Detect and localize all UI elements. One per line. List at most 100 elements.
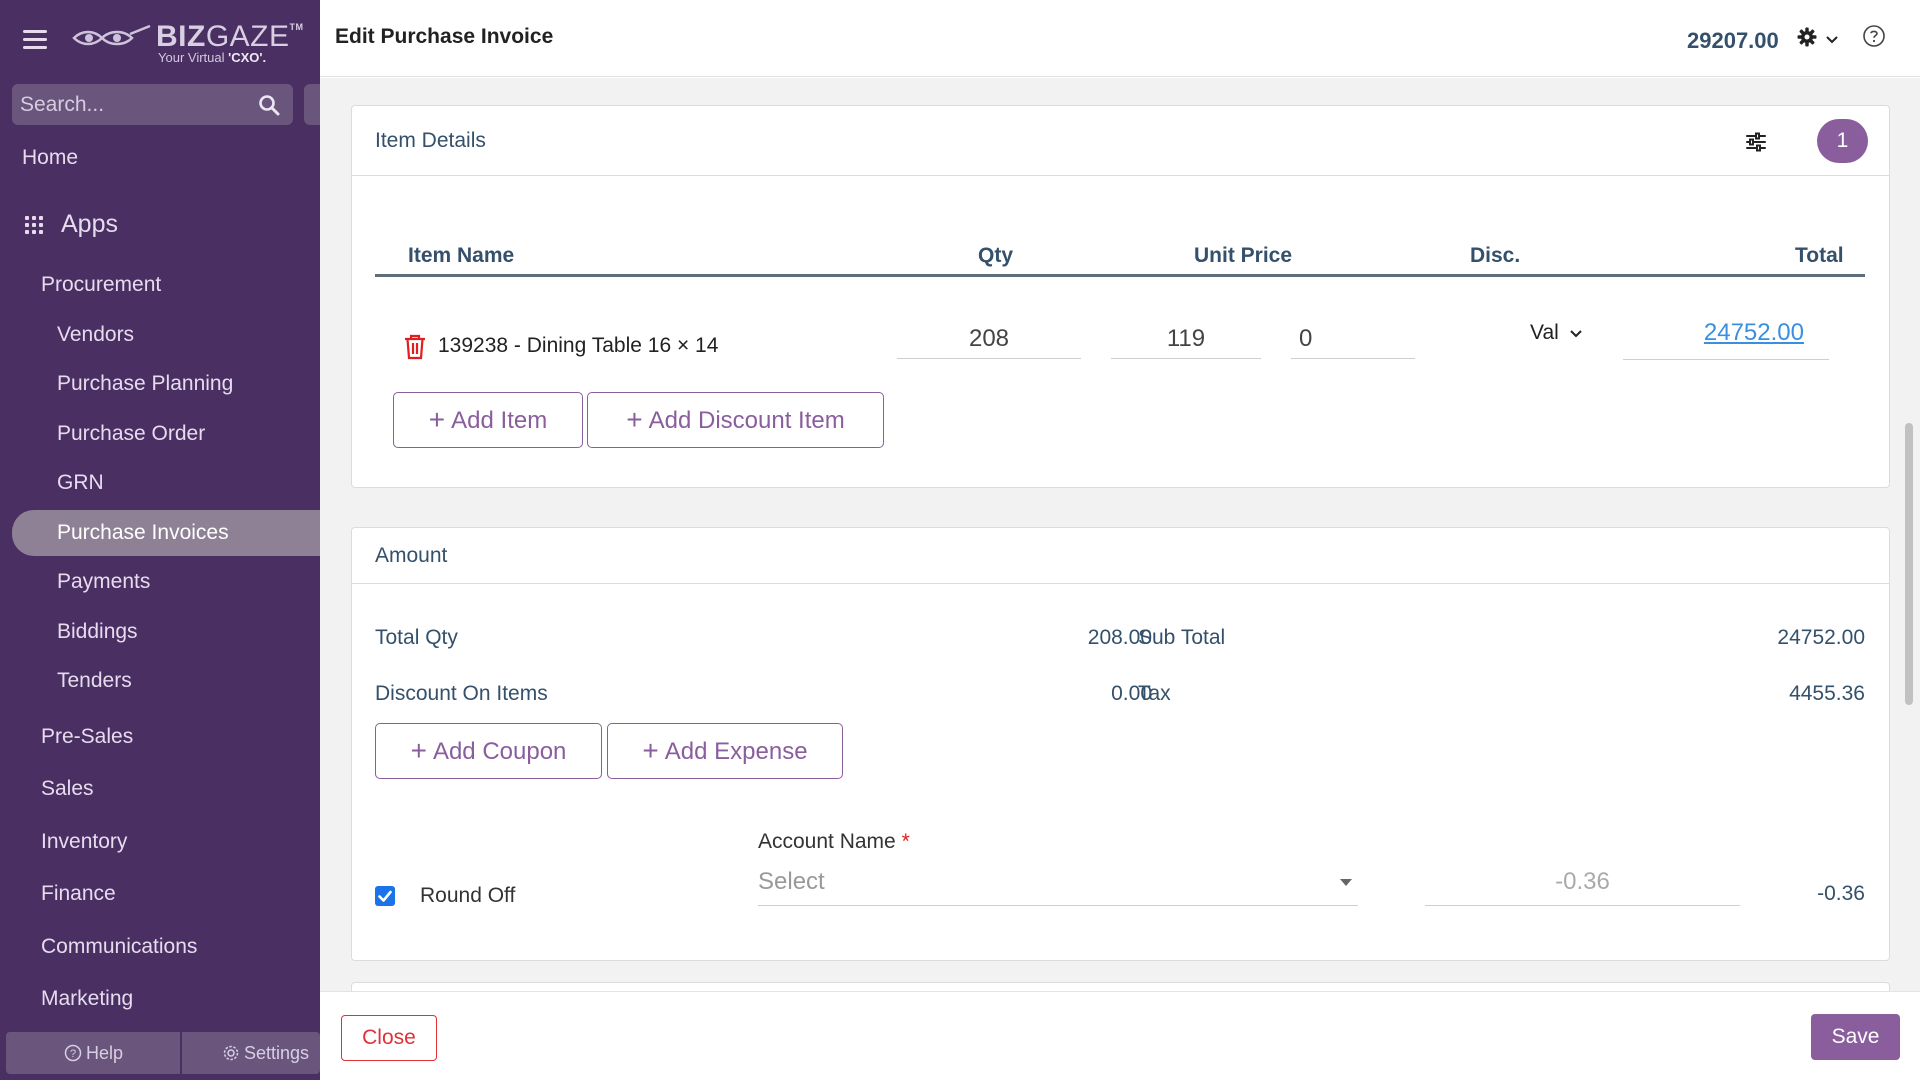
invoice-total-amount: 29207.00 (1687, 28, 1779, 53)
col-header-item-name: Item Name (408, 244, 515, 267)
nav-finance[interactable]: Finance (0, 871, 320, 917)
round-off-checkbox[interactable] (375, 886, 395, 906)
account-name-label: Account Name * (758, 830, 910, 853)
nav-apps[interactable]: Apps (0, 201, 320, 247)
unit-price-input[interactable]: 119 (1111, 319, 1261, 359)
help-link[interactable]: ? Help (64, 1032, 123, 1074)
round-off-label: Round Off (420, 884, 516, 907)
discount-type-value: Val (1530, 321, 1559, 344)
bizgaze-logo[interactable]: BIZGAZETM Your Virtual 'CXO'. (72, 16, 303, 68)
help-label: Help (86, 1043, 124, 1063)
discount-input[interactable]: 0 (1291, 319, 1415, 359)
nav-tenders[interactable]: Tenders (0, 658, 320, 704)
col-header-qty: Qty (978, 244, 1014, 267)
account-name-placeholder: Select (758, 868, 825, 895)
add-coupon-button[interactable]: + Add Coupon (375, 723, 602, 779)
sidebar-top: BIZGAZETM Your Virtual 'CXO'. (0, 0, 320, 78)
nav-purchase-order[interactable]: Purchase Order (0, 411, 320, 457)
add-coupon-label: Add Coupon (432, 738, 567, 765)
discount-on-items-label: Discount On Items (375, 682, 548, 705)
item-count-badge: 1 (1817, 119, 1868, 163)
checkmark-icon (378, 890, 392, 902)
chevron-down-icon (1826, 36, 1838, 44)
add-item-button[interactable]: + Add Item (393, 392, 583, 448)
line-total-link[interactable]: 24752.00 (1624, 319, 1804, 347)
column-settings-icon[interactable] (1744, 130, 1768, 154)
discount-on-items-value: 0.00 (1111, 682, 1152, 705)
nav-sales[interactable]: Sales (0, 766, 320, 812)
col-header-unit-price: Unit Price (1194, 244, 1293, 267)
settings-link[interactable]: Settings (222, 1032, 309, 1074)
search-input[interactable] (20, 84, 260, 125)
nav-marketing[interactable]: Marketing (0, 976, 320, 1022)
add-expense-button[interactable]: + Add Expense (607, 723, 843, 779)
amount-title: Amount (375, 544, 448, 567)
nav-procurement[interactable]: Procurement (0, 262, 320, 308)
delete-trash-icon[interactable] (403, 333, 427, 361)
form-footer: Close Save (320, 991, 1920, 1080)
sidebar-search (12, 84, 293, 125)
plus-icon: + (626, 404, 643, 435)
sub-total-label: Sub Total (1138, 626, 1226, 649)
nav-vendors[interactable]: Vendors (0, 312, 320, 358)
sub-total-value: 24752.00 (1777, 626, 1865, 649)
item-details-title: Item Details (375, 129, 486, 152)
page-header: Edit Purchase Invoice 29207.00 (320, 0, 1920, 77)
sidebar-footer: ? Help Settings (6, 1032, 320, 1074)
gear-icon (1797, 27, 1817, 47)
amount-card: Amount Total Qty 208.00 Sub Total 24752.… (351, 527, 1890, 961)
chevron-down-icon (1569, 330, 1582, 338)
item-details-card: Item Details 1 Item Name Qty Unit Price … (351, 105, 1890, 488)
col-header-total: Total (1795, 244, 1844, 267)
required-marker: * (901, 830, 910, 853)
logo-tagline: Your Virtual 'CXO'. (158, 50, 267, 65)
total-qty-label: Total Qty (375, 626, 458, 649)
add-discount-item-label: Add Discount Item (648, 407, 845, 434)
nav-communications[interactable]: Communications (0, 924, 320, 970)
nav-apps-label: Apps (61, 210, 118, 238)
tax-value: 4455.36 (1789, 682, 1865, 705)
total-field-underline (1623, 359, 1829, 360)
total-qty-value: 208.00 (1087, 626, 1152, 649)
nav-purchase-invoices[interactable]: Purchase Invoices (12, 510, 320, 556)
col-header-disc: Disc. (1470, 244, 1521, 267)
page-title: Edit Purchase Invoice (335, 25, 554, 48)
caret-down-icon (1340, 879, 1352, 886)
search-icon[interactable] (257, 93, 281, 117)
table-header-rule (375, 274, 1865, 277)
hamburger-menu-icon[interactable] (23, 30, 47, 50)
save-button[interactable]: Save (1811, 1014, 1900, 1060)
item-details-header: Item Details 1 (352, 106, 1889, 176)
help-circle-icon: ? (64, 1044, 82, 1062)
plus-icon: + (428, 404, 446, 435)
settings-gear-icon (223, 1045, 239, 1061)
tax-label: Tax (1138, 682, 1171, 705)
add-expense-label: Add Expense (664, 738, 808, 765)
nav-inventory[interactable]: Inventory (0, 819, 320, 865)
nav-biddings[interactable]: Biddings (0, 609, 320, 655)
settings-label: Settings (244, 1043, 310, 1063)
nav-purchase-planning[interactable]: Purchase Planning (0, 361, 320, 407)
close-button[interactable]: Close (341, 1015, 437, 1061)
plus-icon: + (642, 735, 659, 766)
round-off-value: -0.36 (1817, 882, 1865, 905)
qty-input[interactable]: 208 (897, 319, 1081, 359)
search-scope-toggle[interactable] (304, 84, 320, 125)
logo-wordmark: BIZGAZETM (156, 20, 304, 53)
main-content: Item Details 1 Item Name Qty Unit Price … (320, 78, 1920, 991)
svg-text:?: ? (70, 1048, 76, 1060)
nav-grn[interactable]: GRN (0, 460, 320, 506)
discount-type-select[interactable]: Val (1530, 321, 1583, 345)
add-discount-item-button[interactable]: + Add Discount Item (587, 392, 884, 448)
help-icon[interactable] (1862, 24, 1886, 48)
vertical-scrollbar[interactable] (1905, 423, 1913, 705)
owl-logo-icon (72, 24, 151, 46)
nav-home[interactable]: Home (0, 135, 320, 181)
plus-icon: + (410, 735, 427, 766)
item-name: 139238 - Dining Table 16 × 14 (438, 334, 719, 357)
nav-payments[interactable]: Payments (0, 559, 320, 605)
add-item-label: Add Item (451, 407, 548, 434)
nav-pre-sales[interactable]: Pre-Sales (0, 714, 320, 760)
account-name-select[interactable]: Select (758, 858, 1358, 906)
sidebar: BIZGAZETM Your Virtual 'CXO'. Home Apps … (0, 0, 320, 1080)
